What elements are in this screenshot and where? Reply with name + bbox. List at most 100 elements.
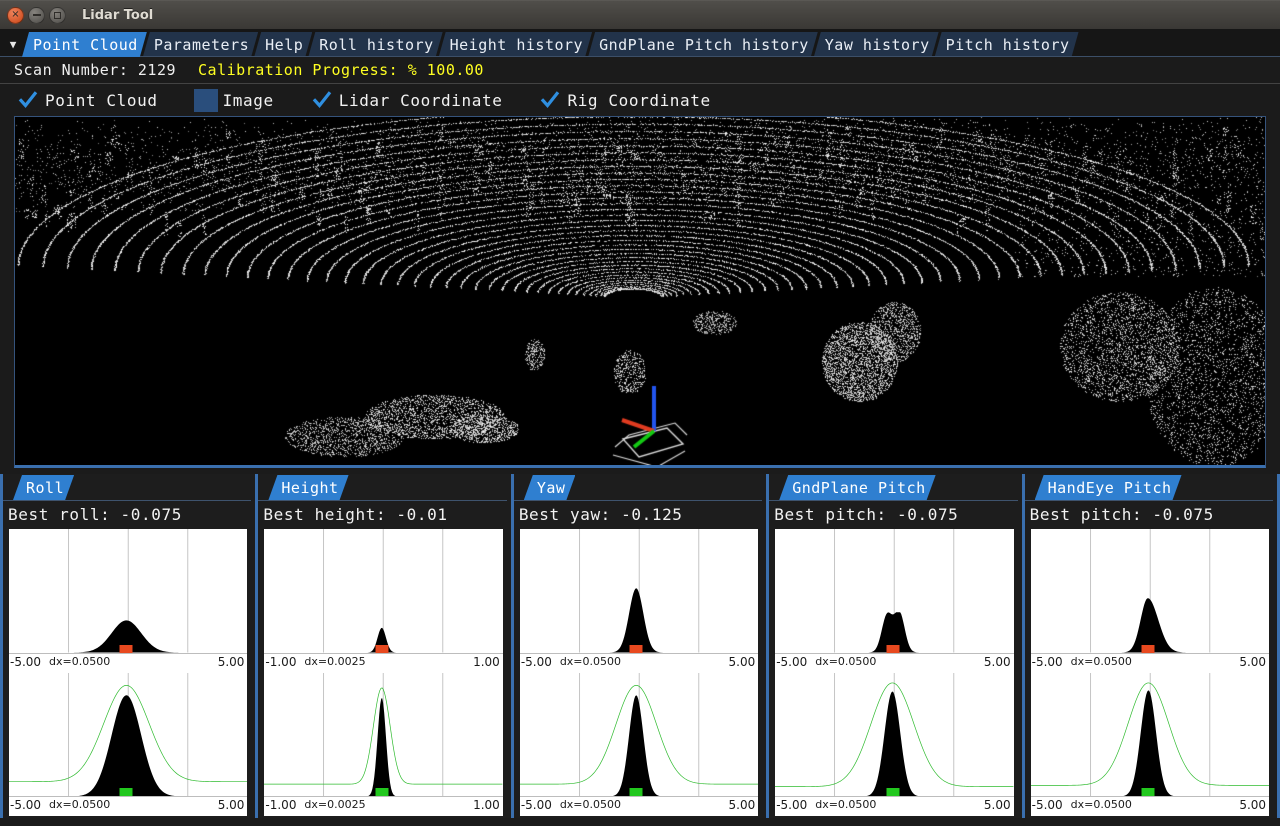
axis-max-label: 5.00 (729, 655, 756, 669)
histogram-area (520, 588, 758, 652)
chart-x-axis: -1.00 dx=0.0025 1.00 (264, 653, 502, 673)
panel-tab-label: GndPlane Pitch (792, 479, 925, 497)
charts-area: -1.00dx=0.00251.00-1.00dx=0.00251.00 (264, 529, 502, 816)
maximize-icon (54, 12, 61, 19)
window-maximize-button[interactable] (49, 7, 66, 24)
status-bar: Scan Number: 2129 Calibration Progress: … (0, 57, 1280, 84)
panel-tab-label: Roll (26, 479, 64, 497)
chart-plot[interactable] (264, 673, 502, 797)
application-root: ▼ Point CloudParametersHelpRoll historyH… (0, 29, 1280, 826)
checkbox-label: Point Cloud (45, 91, 158, 110)
axis-min-label: -1.00 (265, 798, 296, 812)
chart-plot[interactable] (775, 673, 1013, 797)
axis-step-label: dx=0.0500 (49, 655, 110, 668)
tab-label: Roll history (319, 36, 433, 54)
panel-roll: Roll Best roll: -0.075 -5.00dx=0.05005.00 -… (0, 474, 255, 818)
histogram-area (520, 695, 758, 796)
chart-plot[interactable] (9, 673, 247, 797)
chevron-down-icon[interactable]: ▼ (4, 31, 22, 57)
axis-min-label: -1.00 (265, 655, 296, 669)
panel-tab-height[interactable]: Height (268, 475, 348, 500)
panel-yaw: YawBest yaw: -0.125-5.00dx=0.05005.00-5.… (511, 474, 766, 818)
panel-tabstrip: Yaw (514, 474, 762, 501)
window-close-button[interactable]: × (7, 7, 24, 24)
tab-height-history[interactable]: Height history (439, 32, 592, 57)
chart-plot[interactable] (264, 529, 502, 653)
histogram-area (1031, 690, 1269, 796)
checkbox-empty-icon[interactable] (194, 89, 218, 112)
window-titlebar: × Lidar Tool (0, 0, 1280, 29)
axis-max-label: 1.00 (473, 798, 500, 812)
tab-parameters[interactable]: Parameters (143, 32, 258, 57)
histogram-chart-bottom: -5.00dx=0.05005.00 (9, 673, 247, 817)
panel-tab-roll[interactable]: Roll (13, 475, 74, 500)
calibration-progress-label: Calibration Progress: % 100.00 (198, 61, 484, 79)
checkbox-lidar-coordinate[interactable]: Lidar Coordinate (310, 89, 503, 112)
tab-label: Pitch history (946, 36, 1070, 54)
histogram-chart-bottom: -5.00dx=0.05005.00 (520, 673, 758, 817)
chart-x-axis: -5.00dx=0.05005.00 (1031, 653, 1269, 673)
panel-handeye-pitch: HandEye PitchBest pitch: -0.075-5.00dx=0… (1022, 474, 1280, 818)
best-value-label: Best roll: -0.075 (3, 501, 251, 529)
axis-step-label: dx=0.0500 (560, 655, 621, 668)
histogram-chart-bottom: -5.00dx=0.05005.00 (775, 673, 1013, 817)
axis-step-label: dx=0.0500 (1071, 655, 1132, 668)
tab-point-cloud[interactable]: Point Cloud (22, 32, 147, 57)
axis-min-label: -5.00 (10, 655, 41, 669)
chart-plot[interactable] (520, 673, 758, 797)
chart-plot[interactable] (9, 529, 247, 653)
axis-max-label: 5.00 (1239, 798, 1266, 812)
display-options-row: Point Cloud Image Lidar Coordinate Rig Coor… (0, 84, 1280, 116)
check-icon[interactable] (538, 89, 562, 112)
window-minimize-button[interactable] (28, 7, 45, 24)
panel-tab-label: Yaw (537, 479, 566, 497)
scan-number-label: Scan Number: 2129 (14, 61, 176, 79)
point-cloud-viewport[interactable] (14, 116, 1266, 468)
axis-max-label: 5.00 (1239, 655, 1266, 669)
checkbox-image[interactable]: Image (194, 89, 274, 112)
chart-x-axis: -5.00dx=0.05005.00 (9, 653, 247, 673)
chart-plot[interactable] (1031, 529, 1269, 653)
best-value-label: Best yaw: -0.125 (514, 501, 762, 529)
histogram-area (264, 698, 502, 796)
best-value-label: Best pitch: -0.075 (769, 501, 1017, 529)
chart-x-axis: -5.00dx=0.05005.00 (9, 796, 247, 816)
panel-tabstrip: Height (258, 474, 506, 501)
axis-max-label: 1.00 (473, 655, 500, 669)
chart-plot[interactable] (1031, 673, 1269, 797)
point-cloud-canvas[interactable] (15, 117, 1265, 465)
tab-roll-history[interactable]: Roll history (308, 32, 442, 57)
axis-min-label: -5.00 (521, 655, 552, 669)
histogram-area (775, 691, 1013, 796)
checkbox-label: Image (223, 91, 274, 110)
histogram-chart-top: -1.00 dx=0.0025 1.00 (264, 529, 502, 673)
panel-tab-gndplane-pitch[interactable]: GndPlane Pitch (779, 475, 935, 500)
checkbox-rig-coordinate[interactable]: Rig Coordinate (538, 89, 710, 112)
check-icon[interactable] (310, 89, 334, 112)
tab-label: Help (265, 36, 303, 54)
tab-help[interactable]: Help (254, 32, 312, 57)
histogram-chart-top: -5.00dx=0.05005.00 (1031, 529, 1269, 673)
best-value-label: Best height: -0.01 (258, 501, 506, 529)
chart-x-axis: -1.00dx=0.00251.00 (264, 796, 502, 816)
axis-min-label: -5.00 (1032, 798, 1063, 812)
panel-tab-yaw[interactable]: Yaw (524, 475, 576, 500)
tab-label: Yaw history (825, 36, 930, 54)
axis-step-label: dx=0.0500 (560, 798, 621, 811)
charts-area: -5.00dx=0.05005.00-5.00dx=0.05005.00 (775, 529, 1013, 816)
minimize-icon (33, 14, 41, 16)
axis-step-label: dx=0.0025 (304, 655, 365, 668)
close-icon: × (11, 10, 19, 20)
check-icon[interactable] (16, 89, 40, 112)
tab-gndplane-pitch-history[interactable]: GndPlane Pitch history (588, 32, 818, 57)
tab-pitch-history[interactable]: Pitch history (935, 32, 1079, 57)
chart-plot[interactable] (520, 529, 758, 653)
chart-plot[interactable] (775, 529, 1013, 653)
histogram-chart-bottom: -5.00dx=0.05005.00 (1031, 673, 1269, 817)
checkbox-point-cloud[interactable]: Point Cloud (16, 89, 158, 112)
panel-height: HeightBest height: -0.01 -1.00 dx=0.0025 1.… (255, 474, 510, 818)
histogram-chart-bottom: -1.00dx=0.00251.00 (264, 673, 502, 817)
panel-tab-handeye-pitch[interactable]: HandEye Pitch (1035, 475, 1182, 500)
tab-yaw-history[interactable]: Yaw history (814, 32, 939, 57)
histogram-chart-top: -5.00dx=0.05005.00 (775, 529, 1013, 673)
